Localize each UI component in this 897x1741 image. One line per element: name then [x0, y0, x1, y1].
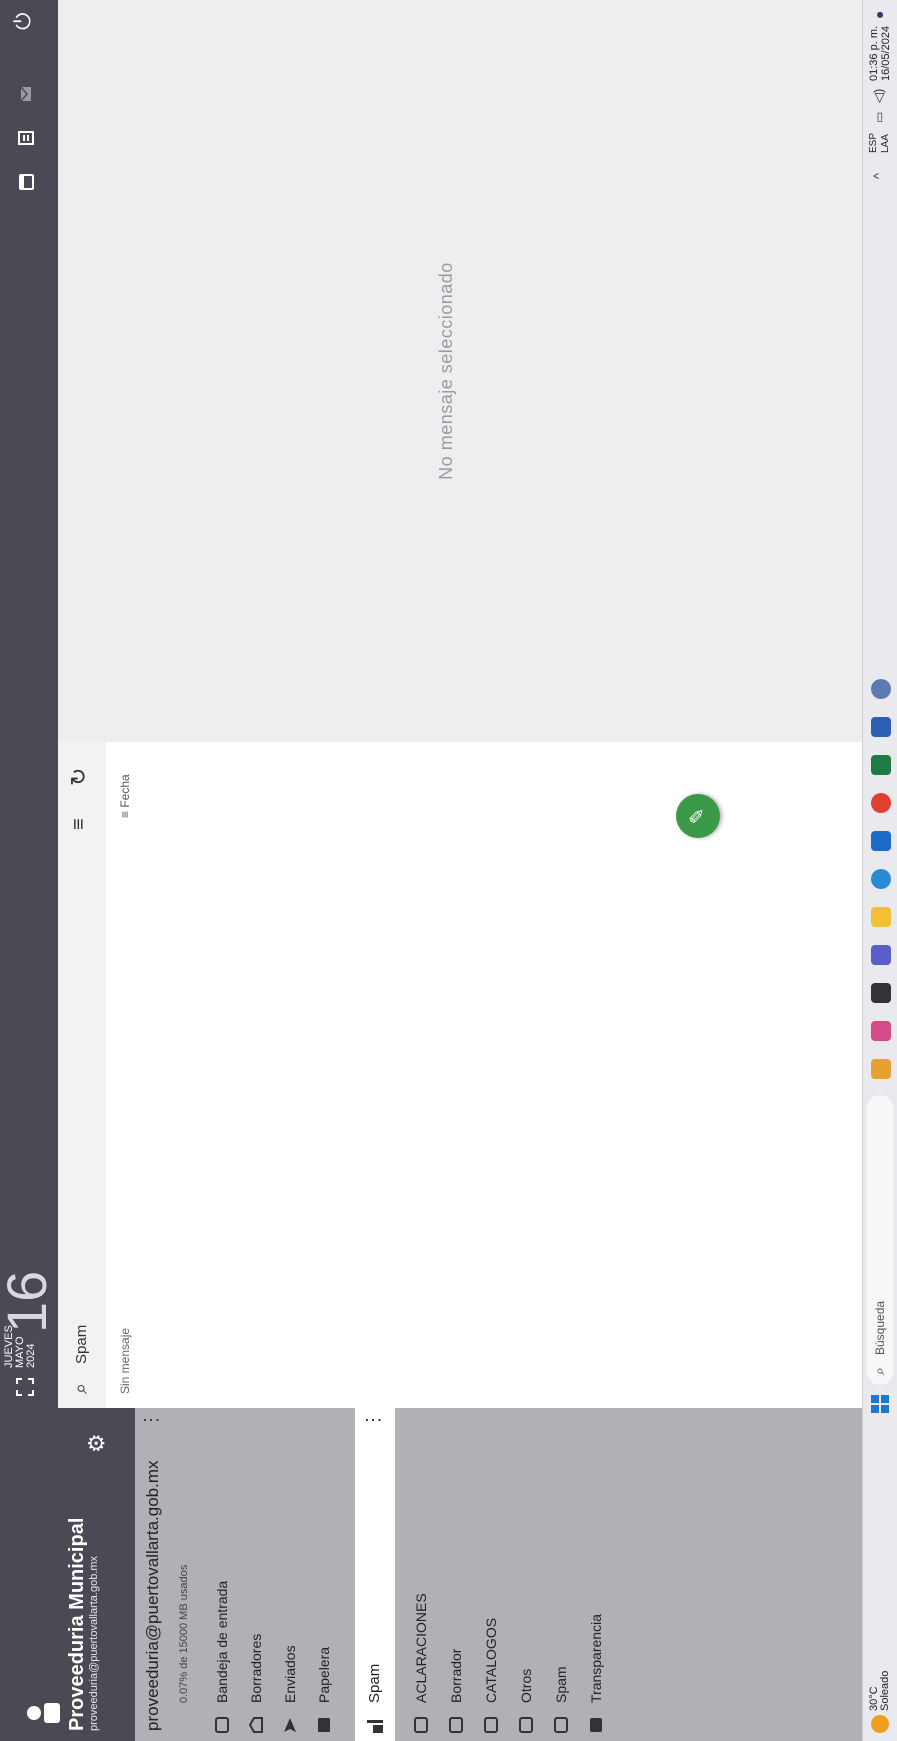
sent-icon [284, 1718, 296, 1732]
subfolder-spam[interactable]: Spam [545, 1408, 579, 1741]
drafts-icon [249, 1717, 263, 1733]
language-indicator[interactable]: ESP LAA [868, 133, 892, 153]
folder-label: Papelera [316, 1646, 332, 1703]
mail-icon[interactable] [18, 86, 34, 102]
current-folder-label: Spam [73, 1324, 90, 1364]
widgets-app-icon[interactable] [871, 1059, 891, 1079]
message-list: Sin mensaje ≡ Fecha ✎ [106, 742, 862, 1408]
refresh-icon[interactable]: ↻ [66, 768, 92, 786]
folder-label: Spam [553, 1666, 569, 1703]
word-icon[interactable] [871, 717, 891, 737]
spam-icon [367, 1720, 383, 1733]
excel-icon[interactable] [871, 755, 891, 775]
folder-icon [414, 1717, 428, 1733]
file-explorer-icon[interactable] [871, 907, 891, 927]
notification-bell-icon[interactable]: ● [871, 11, 887, 19]
folder-spam-selected[interactable]: Spam ⋮ [355, 1408, 395, 1741]
search-icon[interactable]: ⌕ [70, 1383, 93, 1394]
copilot-icon[interactable] [871, 1021, 891, 1041]
folder-label: CATALOGOS [483, 1617, 499, 1703]
contacts-icon[interactable] [18, 130, 34, 146]
clock[interactable]: 01:36 p. m. 16/05/2024 [868, 26, 892, 81]
chevron-up-icon[interactable]: ^ [871, 173, 886, 179]
subfolder-aclaraciones[interactable]: ACLARACIONES [405, 1408, 439, 1741]
lang-secondary: LAA [880, 134, 891, 153]
no-message-selected: No mensaje seleccionado [436, 262, 456, 480]
quota-text: 0.07% de 15000 MB usados [178, 1564, 190, 1703]
folder-label: Borradores [248, 1633, 264, 1703]
account-row[interactable]: proveeduria@puertovallarta.gob.mx ⋮ [135, 1408, 173, 1741]
windows-start-icon[interactable] [871, 1395, 889, 1413]
calendar-icon[interactable] [18, 174, 34, 190]
weather-widget[interactable]: 30°C Soleado [868, 1670, 891, 1711]
clock-time: 01:36 p. m. [868, 25, 880, 81]
account-row-email: proveeduria@puertovallarta.gob.mx [143, 1460, 162, 1731]
compose-button[interactable]: ✎ [676, 794, 720, 838]
empty-list-text: Sin mensaje [118, 1327, 132, 1394]
sort-by-date[interactable]: ≡ Fecha [118, 774, 132, 818]
folder-icon [554, 1717, 568, 1733]
settings-gear-icon[interactable]: ⚙ [84, 1433, 110, 1453]
folder-label: Transparencia [588, 1614, 604, 1703]
taskbar: 30°C Soleado ⌕ Búsqueda ^ ESP LAA ▭ ◁) 0… [862, 0, 897, 1741]
taskbar-search-placeholder: Búsqueda [873, 1300, 887, 1355]
account-email: proveeduria@puertovallarta.gob.mx [88, 1555, 100, 1731]
power-icon[interactable]: ⏻ [10, 13, 36, 30]
trash-icon [318, 1718, 330, 1732]
folder-label: Bandeja de entrada [214, 1580, 230, 1703]
subfolder-borrador[interactable]: Borrador [440, 1408, 474, 1741]
settings-app-icon[interactable] [871, 679, 891, 699]
taskbar-search[interactable]: ⌕ Búsqueda [867, 1095, 893, 1385]
task-view-icon[interactable] [871, 983, 891, 1003]
network-icon[interactable]: ▭ [872, 112, 886, 123]
volume-icon[interactable]: ◁) [871, 89, 887, 103]
pencil-icon: ✎ [687, 807, 709, 825]
fullscreen-icon[interactable] [16, 1378, 34, 1396]
clock-date: 16/05/2024 [880, 25, 892, 81]
sidebar: Proveeduria Municipal proveeduria@puerto… [0, 1408, 862, 1741]
user-avatar-icon [27, 1703, 60, 1723]
folder-label: Borrador [448, 1648, 464, 1703]
lang-primary: ESP [868, 132, 879, 153]
folder-icon [449, 1717, 463, 1733]
sort-label: Fecha [118, 774, 132, 808]
folder-trash[interactable]: Papelera [308, 1408, 342, 1741]
folder-label: Spam [366, 1663, 383, 1703]
reading-pane: No mensaje seleccionado [58, 0, 862, 742]
inbox-icon [215, 1717, 229, 1733]
date-day: 16 [0, 1270, 58, 1333]
search-icon: ⌕ [871, 1367, 887, 1375]
top-bar: JUEVES MAYO 2024 16 ⏻ [0, 0, 58, 1408]
sort-icon: ≡ [118, 807, 132, 818]
folder-filled-icon [590, 1718, 602, 1732]
account-header: Proveeduria Municipal proveeduria@puerto… [0, 1408, 135, 1741]
filter-icon[interactable]: ≡ [68, 818, 91, 830]
subfolder-catalogos[interactable]: CATALOGOS [475, 1408, 509, 1741]
folder-label: ACLARACIONES [413, 1593, 429, 1703]
search-bar: ⌕ Spam ≡ ↻ [58, 742, 106, 1408]
folder-drafts[interactable]: Borradores [240, 1408, 274, 1741]
account-menu-icon[interactable]: ⋮ [141, 1411, 162, 1429]
weather-sun-icon[interactable] [871, 1715, 889, 1733]
folder-icon [484, 1717, 498, 1733]
folder-sent[interactable]: Enviados [274, 1408, 308, 1741]
account-name: Proveeduria Municipal [66, 1517, 88, 1731]
folder-menu-icon[interactable]: ⋮ [363, 1411, 384, 1429]
subfolder-otros[interactable]: Otros [510, 1408, 544, 1741]
folder-label: Enviados [282, 1645, 298, 1703]
folder-icon [519, 1717, 533, 1733]
store-icon[interactable] [871, 831, 891, 851]
edge-icon[interactable] [871, 869, 891, 889]
folder-label: Otros [518, 1668, 534, 1703]
subfolder-transparencia[interactable]: Transparencia [580, 1408, 614, 1741]
teams-icon[interactable] [871, 945, 891, 965]
folder-inbox[interactable]: Bandeja de entrada [206, 1408, 240, 1741]
chrome-icon[interactable] [871, 793, 891, 813]
weather-desc: Soleado [879, 1670, 891, 1711]
